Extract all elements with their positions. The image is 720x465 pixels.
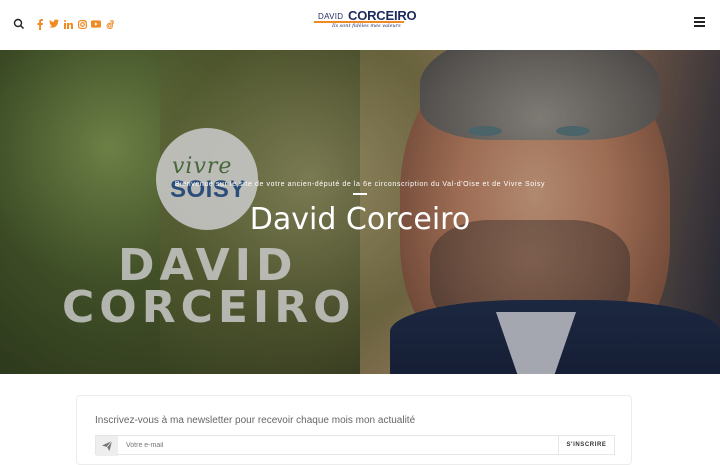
site-logo[interactable]: DAVID CORCEIRO Ils sont fidèles mes vale… [314,8,417,32]
site-header: DAVID CORCEIRO Ils sont fidèles mes vale… [0,0,720,50]
facebook-icon[interactable] [35,17,45,31]
newsletter-box: Inscrivez-vous à ma newsletter pour rece… [76,395,632,465]
social-links [35,17,115,31]
youtube-icon[interactable] [91,17,101,31]
search-icon[interactable] [13,17,27,31]
tiktok-icon[interactable] [105,17,115,31]
twitter-icon[interactable] [49,17,59,31]
hero-overtitle: Bienvenue sur le site de votre ancien-dé… [174,181,546,188]
hero-divider [353,193,367,195]
linkedin-icon[interactable] [63,17,73,31]
newsletter-form: S'INSCRIRE [95,435,615,456]
logo-prefix: DAVID [318,12,344,21]
instagram-icon[interactable] [77,17,87,31]
paper-plane-icon [96,436,118,456]
hero-banner: vivre SOISY DAVID CORCEIRO Bienvenue sur… [0,50,720,374]
big-name-last: CORCEIRO [62,282,356,333]
subscribe-button[interactable]: S'INSCRIRE [558,436,614,454]
logo-tagline: Ils sont fidèles mes valeurs [332,23,401,29]
hero-title: David Corceiro [249,202,471,237]
email-field[interactable] [118,436,558,454]
newsletter-text: Inscrivez-vous à ma newsletter pour rece… [95,415,416,426]
hamburger-menu-icon[interactable] [694,17,706,28]
